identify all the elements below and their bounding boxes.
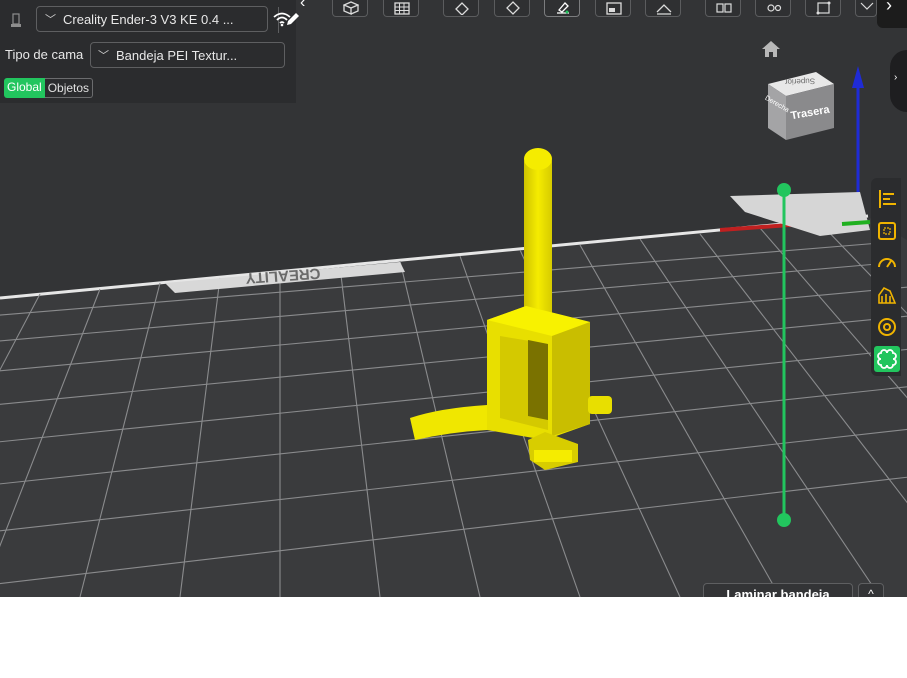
bed-type-row: Tipo de cama ﹀ Bandeja PEI Textur... [0,42,296,68]
settings-tabs: Global Objetos [4,78,94,98]
speed-icon [878,258,896,268]
bed-type-select[interactable]: ﹀ Bandeja PEI Textur... [90,42,285,68]
text-tool-button[interactable] [705,0,741,17]
view-cube-top-label: Superior [784,76,815,86]
slice-plate-button[interactable]: Laminar bandeja [703,583,853,597]
arrange-object-button[interactable] [874,346,900,372]
printer-icon [11,13,21,27]
chevron-right-icon: › [886,0,892,15]
auto-orient-button[interactable] [443,0,479,17]
orient-icon [455,2,469,15]
cube-icon [343,1,359,15]
layer-slider-bottom-handle[interactable] [777,513,791,527]
cut-icon [656,4,672,15]
chevron-down-icon: ﹀ [45,14,56,26]
bed-type-value: Bandeja PEI Textur... [116,48,238,63]
layout-button[interactable] [874,218,900,244]
lay-on-face-button[interactable] [544,0,580,17]
align-icon [879,190,896,208]
split-button[interactable] [595,0,631,17]
lay-on-face-icon [557,2,569,14]
slice-options-button[interactable]: ^ [858,583,884,597]
toolbar-scroll-right-button[interactable]: › [877,0,907,28]
target-icon [878,318,896,336]
measure-button[interactable] [805,0,841,17]
layout-icon [878,222,896,240]
settings-panel: ﹀ Creality Ender-3 V3 KE 0.4 ... Tipo de… [0,0,299,103]
support-icon [878,286,897,304]
printer-select[interactable]: ﹀ Creality Ender-3 V3 KE 0.4 ... [36,6,299,33]
right-toolbar [871,178,901,376]
chevron-down-icon: ﹀ [98,50,109,62]
split-icon [606,2,622,15]
layer-slider-top-handle[interactable] [777,183,791,197]
z-axis-arrow [852,66,864,88]
variable-layer-button[interactable] [755,0,791,17]
cut-button[interactable] [645,0,681,17]
bed-type-label: Tipo de cama [5,47,84,62]
arrange-icon [506,1,520,15]
tab-objetos[interactable]: Objetos [44,78,94,98]
home-view-icon[interactable] [761,40,781,58]
plate-grid-button[interactable] [383,0,419,17]
view-cube[interactable]: Superior Trasera Derecha [764,72,834,140]
target-button[interactable] [874,314,900,340]
tab-global[interactable]: Global [4,78,45,98]
gears-icon [767,4,782,12]
arrange-clover-icon [877,349,897,369]
y-axis [841,220,871,226]
build-plate [0,218,907,597]
align-button[interactable] [874,186,900,212]
measure-icon [816,1,831,15]
support-button[interactable] [874,282,900,308]
add-cube-button[interactable] [332,0,368,17]
printer-row: ﹀ Creality Ender-3 V3 KE 0.4 ... [0,6,299,33]
toolbar-overflow-button[interactable] [855,0,877,17]
printer-name: Creality Ender-3 V3 KE 0.4 ... [63,12,234,27]
speed-button[interactable] [874,250,900,276]
boxes-icon [716,3,732,13]
chevron-right-small-icon: › [894,72,898,83]
assembly-icon [860,2,874,10]
arrange-button[interactable] [494,0,530,17]
blank-area [0,597,907,678]
grid-icon [394,2,410,15]
side-panel-toggle[interactable]: › [890,50,907,112]
wifi-icon[interactable] [272,11,292,27]
